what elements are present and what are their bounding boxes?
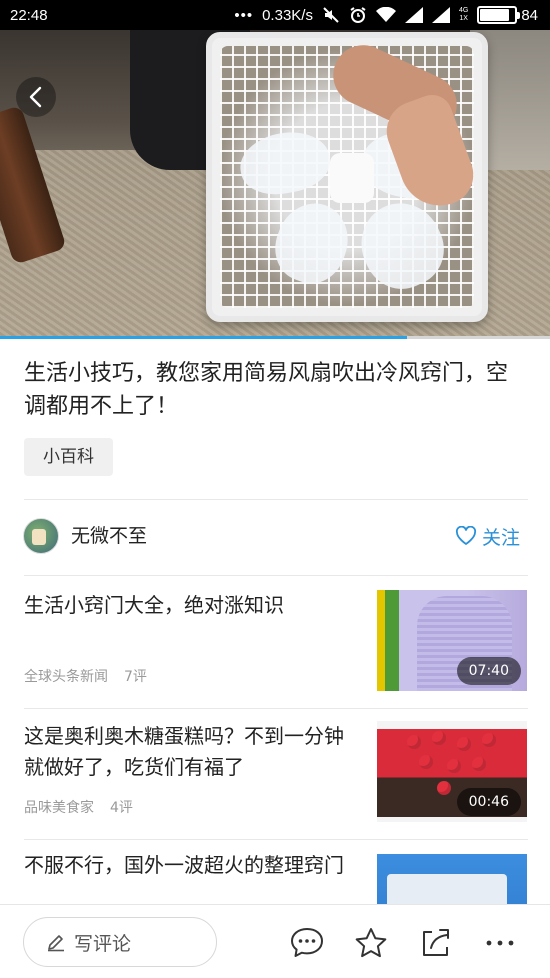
author-avatar[interactable] bbox=[23, 518, 59, 554]
follow-button[interactable]: 关注 bbox=[455, 522, 520, 550]
related-meta: 全球头条新闻 7评 bbox=[24, 666, 147, 686]
related-video-item[interactable]: 这是奥利奥木糖蛋糕吗？不到一分钟就做好了，吃货们有福了 品味美食家 4评 00:… bbox=[24, 721, 528, 824]
battery-level: 84 bbox=[521, 6, 538, 24]
battery-icon bbox=[477, 6, 521, 24]
video-duration: 00:46 bbox=[456, 788, 521, 816]
video-progress-fill bbox=[0, 336, 407, 339]
battery-fill bbox=[480, 9, 509, 21]
video-duration: 07:40 bbox=[456, 657, 521, 685]
related-source: 全球头条新闻 bbox=[24, 669, 108, 685]
related-meta: 品味美食家 4评 bbox=[24, 797, 133, 817]
related-video-item[interactable]: 生活小窍门大全，绝对涨知识 全球头条新闻 7评 07:40 bbox=[24, 590, 528, 693]
related-title: 生活小窍门大全，绝对涨知识 bbox=[24, 593, 284, 617]
bottom-action-bar: 写评论 bbox=[0, 904, 550, 978]
more-icon[interactable] bbox=[482, 925, 518, 961]
status-time: 22:48 bbox=[10, 6, 48, 24]
net-type: 4G 1X bbox=[458, 7, 469, 22]
related-comments: 4评 bbox=[110, 800, 133, 816]
signal-icon-2 bbox=[431, 7, 450, 23]
related-thumbnail bbox=[377, 854, 527, 904]
comment-placeholder: 写评论 bbox=[74, 932, 132, 955]
category-tag[interactable]: 小百科 bbox=[24, 438, 113, 476]
related-title: 这是奥利奥木糖蛋糕吗？不到一分钟就做好了，吃货们有福了 bbox=[24, 724, 344, 779]
star-icon[interactable] bbox=[353, 925, 389, 961]
related-thumbnail: 07:40 bbox=[377, 590, 527, 691]
pencil-icon bbox=[48, 935, 64, 952]
signal-icon-1 bbox=[404, 7, 423, 23]
wifi-icon bbox=[375, 7, 396, 23]
related-thumbnail: 00:46 bbox=[377, 721, 527, 822]
chevron-left-icon bbox=[29, 86, 42, 108]
divider bbox=[24, 708, 528, 709]
follow-label: 关注 bbox=[482, 526, 521, 549]
divider bbox=[24, 575, 528, 576]
status-indicators: ••• 0.33K/s 4G 1X 84 bbox=[234, 6, 538, 24]
share-icon[interactable] bbox=[417, 925, 453, 961]
alarm-icon bbox=[349, 6, 367, 24]
battery-indicator: 84 bbox=[477, 6, 538, 24]
related-source: 品味美食家 bbox=[24, 800, 94, 816]
video-detail-page: 22:48 ••• 0.33K/s 4G 1X 84 生活小技巧，教您家用简易风… bbox=[0, 0, 550, 978]
author-name[interactable]: 无微不至 bbox=[71, 524, 147, 548]
comment-icon[interactable] bbox=[289, 925, 325, 961]
mute-icon bbox=[322, 6, 340, 24]
net-speed: 0.33K/s bbox=[262, 6, 313, 24]
divider bbox=[24, 839, 528, 840]
related-comments: 7评 bbox=[124, 669, 147, 685]
more-notifications-icon: ••• bbox=[234, 6, 254, 24]
related-title: 不服不行，国外一波超火的整理窍门 bbox=[24, 853, 344, 877]
video-progress-bar[interactable] bbox=[0, 336, 550, 339]
heart-icon bbox=[455, 526, 477, 545]
video-player[interactable] bbox=[0, 30, 550, 338]
divider bbox=[24, 499, 528, 500]
back-button[interactable] bbox=[16, 77, 56, 117]
status-bar: 22:48 ••• 0.33K/s 4G 1X 84 bbox=[0, 0, 550, 30]
related-video-item[interactable]: 不服不行，国外一波超火的整理窍门 bbox=[24, 850, 528, 904]
comment-input[interactable]: 写评论 bbox=[23, 917, 217, 967]
article-title: 生活小技巧，教您家用简易风扇吹出冷风窍门，空调都用不上了！ bbox=[24, 361, 509, 419]
